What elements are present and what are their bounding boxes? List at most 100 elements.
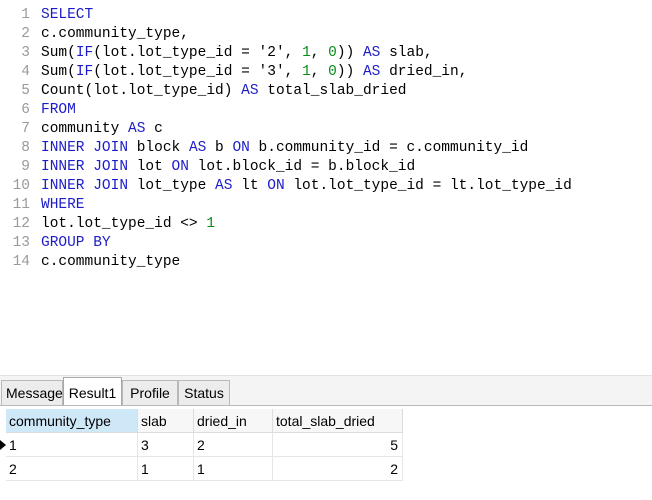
sql-text: Count(lot.lot_type_id)	[41, 83, 242, 99]
code-text: c.community_type	[41, 253, 180, 272]
sql-text: ))	[336, 64, 363, 80]
code-text: lot.lot_type_id <> 1	[41, 215, 215, 234]
line-number: 6	[21, 102, 30, 118]
sql-keyword: IF	[75, 45, 94, 61]
line-number: 13	[12, 235, 30, 251]
sql-editor[interactable]: 1 SELECT 2 c.community_type, 3 Sum(IF(lot.lot…	[0, 0, 652, 375]
code-line[interactable]: 2 c.community_type,	[0, 25, 189, 44]
code-text: c.community_type,	[41, 25, 189, 44]
sql-keyword: AS	[215, 178, 233, 194]
sql-text: c.community_type,	[41, 26, 189, 42]
code-text: Count(lot.lot_type_id) AS total_slab_dri…	[41, 82, 406, 101]
tab-profile[interactable]: Profile	[122, 380, 178, 405]
sql-keyword: ON	[171, 159, 189, 175]
line-number: 8	[21, 140, 30, 156]
sql-text: community	[41, 121, 129, 137]
line-number: 3	[21, 45, 30, 61]
sql-text: c.community_type	[41, 254, 181, 270]
tab-message[interactable]: Message	[1, 380, 63, 405]
column-header-slab[interactable]: slab	[138, 409, 194, 433]
sql-text: c	[145, 121, 163, 137]
sql-text: lot_type	[128, 178, 216, 194]
tab-result1[interactable]: Result1	[63, 377, 122, 407]
sql-text: ,	[284, 64, 303, 80]
table-cell[interactable]: 5	[273, 433, 403, 457]
table-cell[interactable]: 2	[273, 457, 403, 481]
code-line[interactable]: 4 Sum(IF(lot.lot_type_id = '3', 1, 0)) AS…	[0, 63, 467, 82]
sql-keyword: AS	[362, 64, 381, 80]
sql-keyword: WHERE	[41, 197, 85, 213]
sql-text: Sum(	[41, 64, 76, 80]
sql-keyword: FROM	[41, 102, 76, 118]
sql-text: b.community_id = c.community_id	[249, 140, 529, 156]
sql-text: lot.block_id = b.block_id	[188, 159, 416, 175]
sql-text: ))	[336, 45, 363, 61]
code-line[interactable]: 8 INNER JOIN block AS b ON b.community_id…	[0, 139, 528, 158]
code-line[interactable]: 12 lot.lot_type_id <> 1	[0, 215, 215, 234]
sql-text: Sum(	[41, 45, 76, 61]
sql-keyword: GROUP BY	[41, 235, 111, 251]
result-grid[interactable]: community_type slab dried_in total_slab_dri…	[0, 406, 652, 500]
sql-keyword: SELECT	[41, 7, 94, 23]
sql-text: lt	[232, 178, 268, 194]
sql-keyword: AS	[362, 45, 381, 61]
sql-text: (lot.lot_type_id =	[93, 64, 259, 80]
code-line[interactable]: 3 Sum(IF(lot.lot_type_id = '2', 1, 0)) AS…	[0, 44, 432, 63]
code-text: GROUP BY	[41, 234, 111, 253]
sql-number: 1	[302, 45, 311, 61]
line-number: 11	[12, 197, 30, 213]
sql-text: (lot.lot_type_id =	[93, 45, 259, 61]
line-number: 7	[21, 121, 30, 137]
sql-keyword: AS	[188, 140, 207, 156]
tab-status[interactable]: Status	[178, 380, 230, 405]
sql-text: ,	[284, 45, 303, 61]
code-text: INNER JOIN lot ON lot.block_id = b.block…	[41, 158, 415, 177]
sql-keyword: AS	[241, 83, 259, 99]
result-tabs-bar: Message Result1 Profile Status	[0, 375, 652, 407]
sql-text: lot.lot_type_id = lt.lot_type_id	[284, 178, 572, 194]
code-text: WHERE	[41, 196, 85, 215]
code-line[interactable]: 13 GROUP BY	[0, 234, 111, 253]
code-line[interactable]: 9 INNER JOIN lot ON lot.block_id = b.bloc…	[0, 158, 415, 177]
line-number: 1	[21, 7, 30, 23]
sql-string: '2'	[258, 45, 285, 61]
line-number: 10	[12, 178, 30, 194]
code-line[interactable]: 5 Count(lot.lot_type_id) AS total_slab_dr…	[0, 82, 406, 101]
sql-text: ,	[310, 64, 329, 80]
table-cell[interactable]: 1	[194, 457, 273, 481]
code-text: community AS c	[41, 120, 163, 139]
table-cell[interactable]: 3	[138, 433, 194, 457]
code-line[interactable]: 10 INNER JOIN lot_type AS lt ON lot.lot_t…	[0, 177, 572, 196]
table-cell[interactable]: 2	[194, 433, 273, 457]
sql-keyword: INNER JOIN	[41, 140, 129, 156]
line-number: 9	[21, 159, 30, 175]
column-header-community-type[interactable]: community_type	[6, 409, 138, 433]
sql-number: 0	[328, 64, 337, 80]
sql-text: block	[128, 140, 189, 156]
code-line[interactable]: 14 c.community_type	[0, 253, 181, 272]
sql-text: lot.lot_type_id <>	[41, 216, 207, 232]
sql-keyword: INNER JOIN	[41, 159, 129, 175]
sql-number: 1	[302, 64, 311, 80]
sql-text: ,	[310, 45, 329, 61]
code-line[interactable]: 1 SELECT	[0, 6, 93, 25]
sql-text: slab,	[380, 45, 433, 61]
table-cell[interactable]: 1	[138, 457, 194, 481]
sql-keyword: IF	[75, 64, 94, 80]
code-line[interactable]: 6 FROM	[0, 101, 76, 120]
code-text: INNER JOIN block AS b ON b.community_id …	[41, 139, 528, 158]
table-cell[interactable]: 1	[6, 433, 138, 457]
sql-keyword: AS	[128, 121, 146, 137]
column-header-total-slab-dried[interactable]: total_slab_dried	[273, 409, 403, 433]
code-text: Sum(IF(lot.lot_type_id = '2', 1, 0)) AS …	[41, 44, 433, 63]
column-header-dried-in[interactable]: dried_in	[194, 409, 273, 433]
line-number: 5	[21, 83, 30, 99]
code-text: Sum(IF(lot.lot_type_id = '3', 1, 0)) AS …	[41, 63, 467, 82]
code-line[interactable]: 11 WHERE	[0, 196, 85, 215]
sql-keyword: ON	[232, 140, 250, 156]
table-cell[interactable]: 2	[6, 457, 138, 481]
sql-number: 1	[206, 216, 216, 232]
code-text: SELECT	[41, 6, 93, 25]
code-text: INNER JOIN lot_type AS lt ON lot.lot_typ…	[41, 177, 572, 196]
code-line[interactable]: 7 community AS c	[0, 120, 163, 139]
